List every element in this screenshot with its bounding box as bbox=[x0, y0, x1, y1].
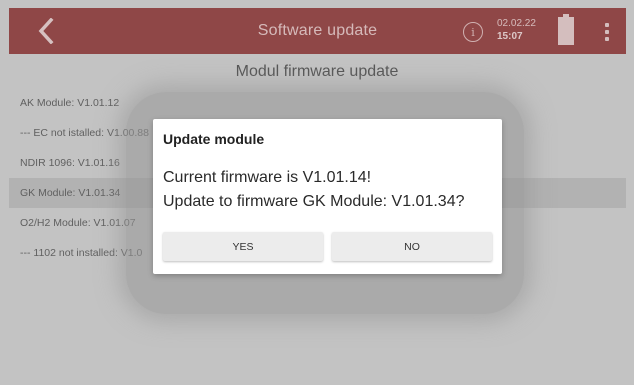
dialog-message: Current firmware is V1.01.14! Update to … bbox=[163, 166, 465, 214]
dialog-title: Update module bbox=[163, 131, 265, 147]
dialog-message-line1: Current firmware is V1.01.14! bbox=[163, 169, 372, 186]
yes-button[interactable]: YES bbox=[163, 232, 323, 261]
dialog-message-line2: Update to firmware GK Module: V1.01.34? bbox=[163, 193, 465, 210]
update-module-dialog: Update module Current firmware is V1.01.… bbox=[153, 119, 502, 274]
no-button[interactable]: NO bbox=[332, 232, 492, 261]
